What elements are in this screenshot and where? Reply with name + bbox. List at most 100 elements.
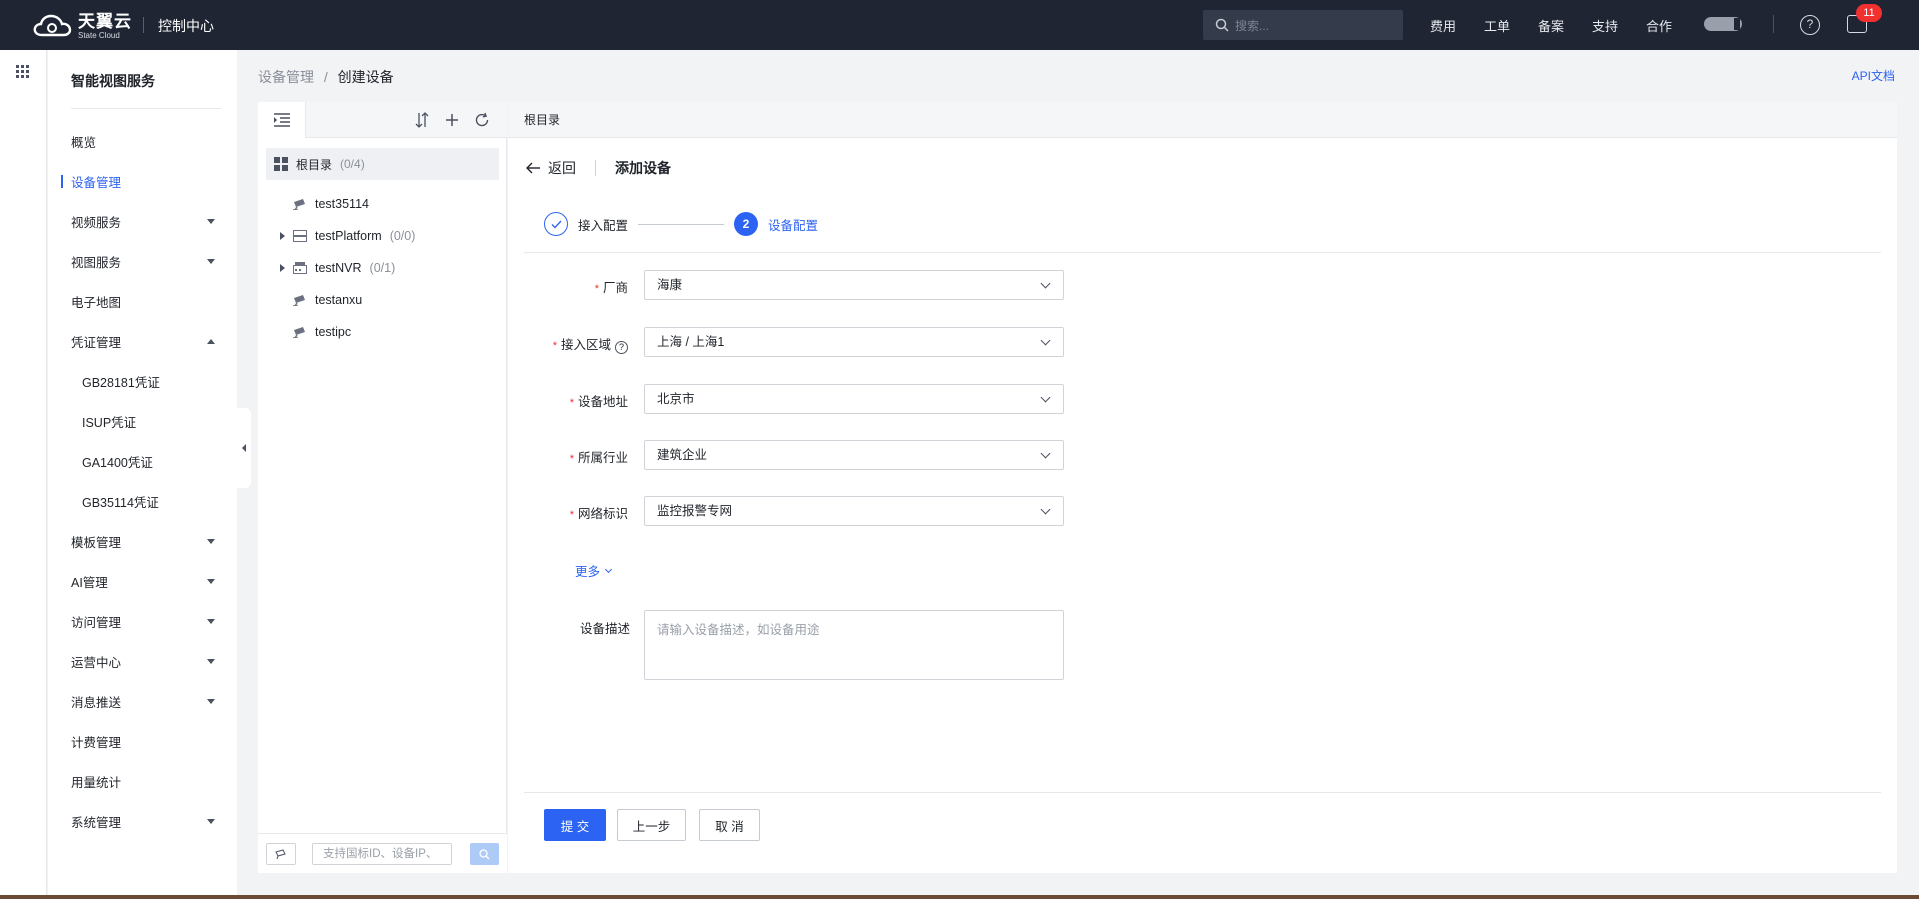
logo[interactable]: 天翼云 State Cloud (32, 12, 132, 40)
tree-collapse-button[interactable] (258, 102, 306, 138)
divider (71, 108, 221, 109)
chevron-down-icon (207, 259, 215, 264)
vendor-select[interactable]: 海康 (644, 270, 1064, 300)
tree-search-bar: 支持国标ID、设备IP、 (258, 833, 507, 873)
help-icon[interactable]: ? (1800, 15, 1820, 35)
sidebar-item-label: 计费管理 (71, 735, 122, 750)
sidebar-item-label: 视频服务 (71, 215, 122, 230)
nav-filing[interactable]: 备案 (1538, 16, 1564, 35)
search-placeholder: 搜索... (1235, 18, 1270, 33)
sidebar-item-gb28181[interactable]: GB28181凭证 (48, 366, 237, 396)
more-label: 更多 (575, 565, 601, 579)
sidebar-item-operations[interactable]: 运营中心 (48, 646, 237, 676)
form-row-vendor: * 厂商 海康 (508, 270, 1408, 300)
form-row-region: * 接入区域? 上海 / 上海1 (508, 327, 1408, 357)
breadcrumb: 设备管理 / 创建设备 (258, 67, 394, 87)
divider (595, 160, 596, 176)
sidebar-item-label: GA1400凭证 (82, 455, 153, 470)
tree-search-button[interactable] (470, 843, 499, 865)
sidebar-item-gb35114[interactable]: GB35114凭证 (48, 486, 237, 516)
add-icon[interactable] (443, 111, 461, 129)
chevron-right-icon[interactable] (280, 232, 285, 240)
apps-grid-icon[interactable] (16, 65, 29, 78)
submit-button[interactable]: 提 交 (544, 809, 606, 841)
camera-icon (293, 327, 305, 338)
api-doc-link[interactable]: API文档 (1852, 67, 1895, 84)
industry-label: * 所属行业 (569, 451, 628, 465)
theme-toggle[interactable] (1704, 17, 1742, 31)
message-count-badge: 11 (1856, 4, 1882, 22)
tree-node-label: testPlatform (315, 229, 382, 243)
sort-icon[interactable] (413, 111, 431, 129)
console-title[interactable]: 控制中心 (158, 16, 214, 36)
nvr-icon (293, 262, 307, 274)
breadcrumb-current: 创建设备 (337, 69, 394, 85)
sidebar-title: 智能视图服务 (71, 73, 155, 89)
nav-partner[interactable]: 合作 (1646, 16, 1672, 35)
refresh-icon[interactable] (473, 111, 491, 129)
chevron-right-icon[interactable] (280, 264, 285, 272)
filter-type-button[interactable] (266, 843, 296, 865)
tree-node-testplatform[interactable]: testPlatform (0/0) (266, 220, 499, 252)
server-icon (293, 230, 307, 242)
more-toggle[interactable]: 更多 (575, 561, 613, 580)
address-select[interactable]: 北京市 (644, 384, 1064, 414)
tree-node-testnvr[interactable]: testNVR (0/1) (266, 252, 499, 284)
global-search[interactable]: 搜索... (1203, 10, 1403, 40)
tree-toolbar (258, 102, 507, 138)
sidebar-item-isup[interactable]: ISUP凭证 (48, 406, 237, 436)
search-icon (1215, 18, 1229, 32)
tree-root-node[interactable]: 根目录 (0/4) (266, 148, 499, 180)
back-button[interactable]: 返回 (526, 158, 576, 178)
sidebar-item-push[interactable]: 消息推送 (48, 686, 237, 716)
tree-node-testipc[interactable]: testipc (266, 316, 499, 348)
previous-step-button[interactable]: 上一步 (617, 809, 686, 841)
sidebar-item-label: 概览 (71, 135, 97, 150)
cancel-button[interactable]: 取 消 (699, 809, 760, 841)
sidebar-item-system[interactable]: 系统管理 (48, 806, 237, 836)
breadcrumb-parent[interactable]: 设备管理 (258, 69, 314, 85)
sidebar-item-label: AI管理 (71, 575, 108, 590)
nav-tickets[interactable]: 工单 (1484, 16, 1510, 35)
sidebar-item-overview[interactable]: 概览 (48, 126, 237, 156)
sidebar-collapse-button[interactable] (237, 408, 251, 488)
divider (524, 252, 1881, 253)
device-tree-panel: 根目录 (0/4) test35114 testPlatform (0/0) t… (258, 102, 507, 873)
tree-node-testanxu[interactable]: testanxu (266, 284, 499, 316)
chevron-up-icon (207, 339, 215, 344)
sidebar-item-label: 运营中心 (71, 655, 122, 670)
sidebar-item-label: 凭证管理 (71, 335, 122, 350)
desktop-edge (0, 895, 1919, 899)
step-1-label: 接入配置 (578, 218, 629, 233)
chevron-down-icon (207, 219, 215, 224)
network-select[interactable]: 监控报警专网 (644, 496, 1064, 526)
sidebar-item-credentials[interactable]: 凭证管理 (48, 326, 237, 356)
sidebar-item-access[interactable]: 访问管理 (48, 606, 237, 636)
sidebar-item-label: 用量统计 (71, 775, 122, 790)
sidebar-item-video-service[interactable]: 视频服务 (48, 206, 237, 236)
region-select[interactable]: 上海 / 上海1 (644, 327, 1064, 357)
tree-node-count: (0/1) (369, 261, 396, 275)
sidebar-item-templates[interactable]: 模板管理 (48, 526, 237, 556)
tree-node-test35114[interactable]: test35114 (266, 188, 499, 220)
industry-select[interactable]: 建筑企业 (644, 440, 1064, 470)
nav-support[interactable]: 支持 (1592, 16, 1618, 35)
tree-search-input[interactable]: 支持国标ID、设备IP、 (312, 843, 452, 865)
camera-filter-icon (275, 848, 286, 859)
camera-icon (293, 199, 305, 210)
sidebar-item-ai[interactable]: AI管理 (48, 566, 237, 596)
help-icon[interactable]: ? (615, 341, 628, 354)
sidebar-item-billing[interactable]: 计费管理 (48, 726, 237, 756)
network-label: * 网络标识 (569, 507, 628, 521)
sidebar-item-map[interactable]: 电子地图 (48, 286, 237, 316)
nav-fees[interactable]: 费用 (1430, 16, 1456, 35)
sidebar-item-ga1400[interactable]: GA1400凭证 (48, 446, 237, 476)
sidebar-item-device-management[interactable]: 设备管理 (48, 166, 237, 196)
description-textarea[interactable]: 请输入设备描述，如设备用途 (644, 610, 1064, 680)
app-rail (0, 50, 47, 899)
sidebar-item-view-service[interactable]: 视图服务 (48, 246, 237, 276)
step-2-number: 2 (734, 212, 759, 236)
top-bar: 天翼云 State Cloud 控制中心 搜索... 费用 工单 备案 支持 合… (0, 0, 1919, 50)
form-row-network: * 网络标识 监控报警专网 (508, 496, 1408, 526)
sidebar-item-usage[interactable]: 用量统计 (48, 766, 237, 796)
